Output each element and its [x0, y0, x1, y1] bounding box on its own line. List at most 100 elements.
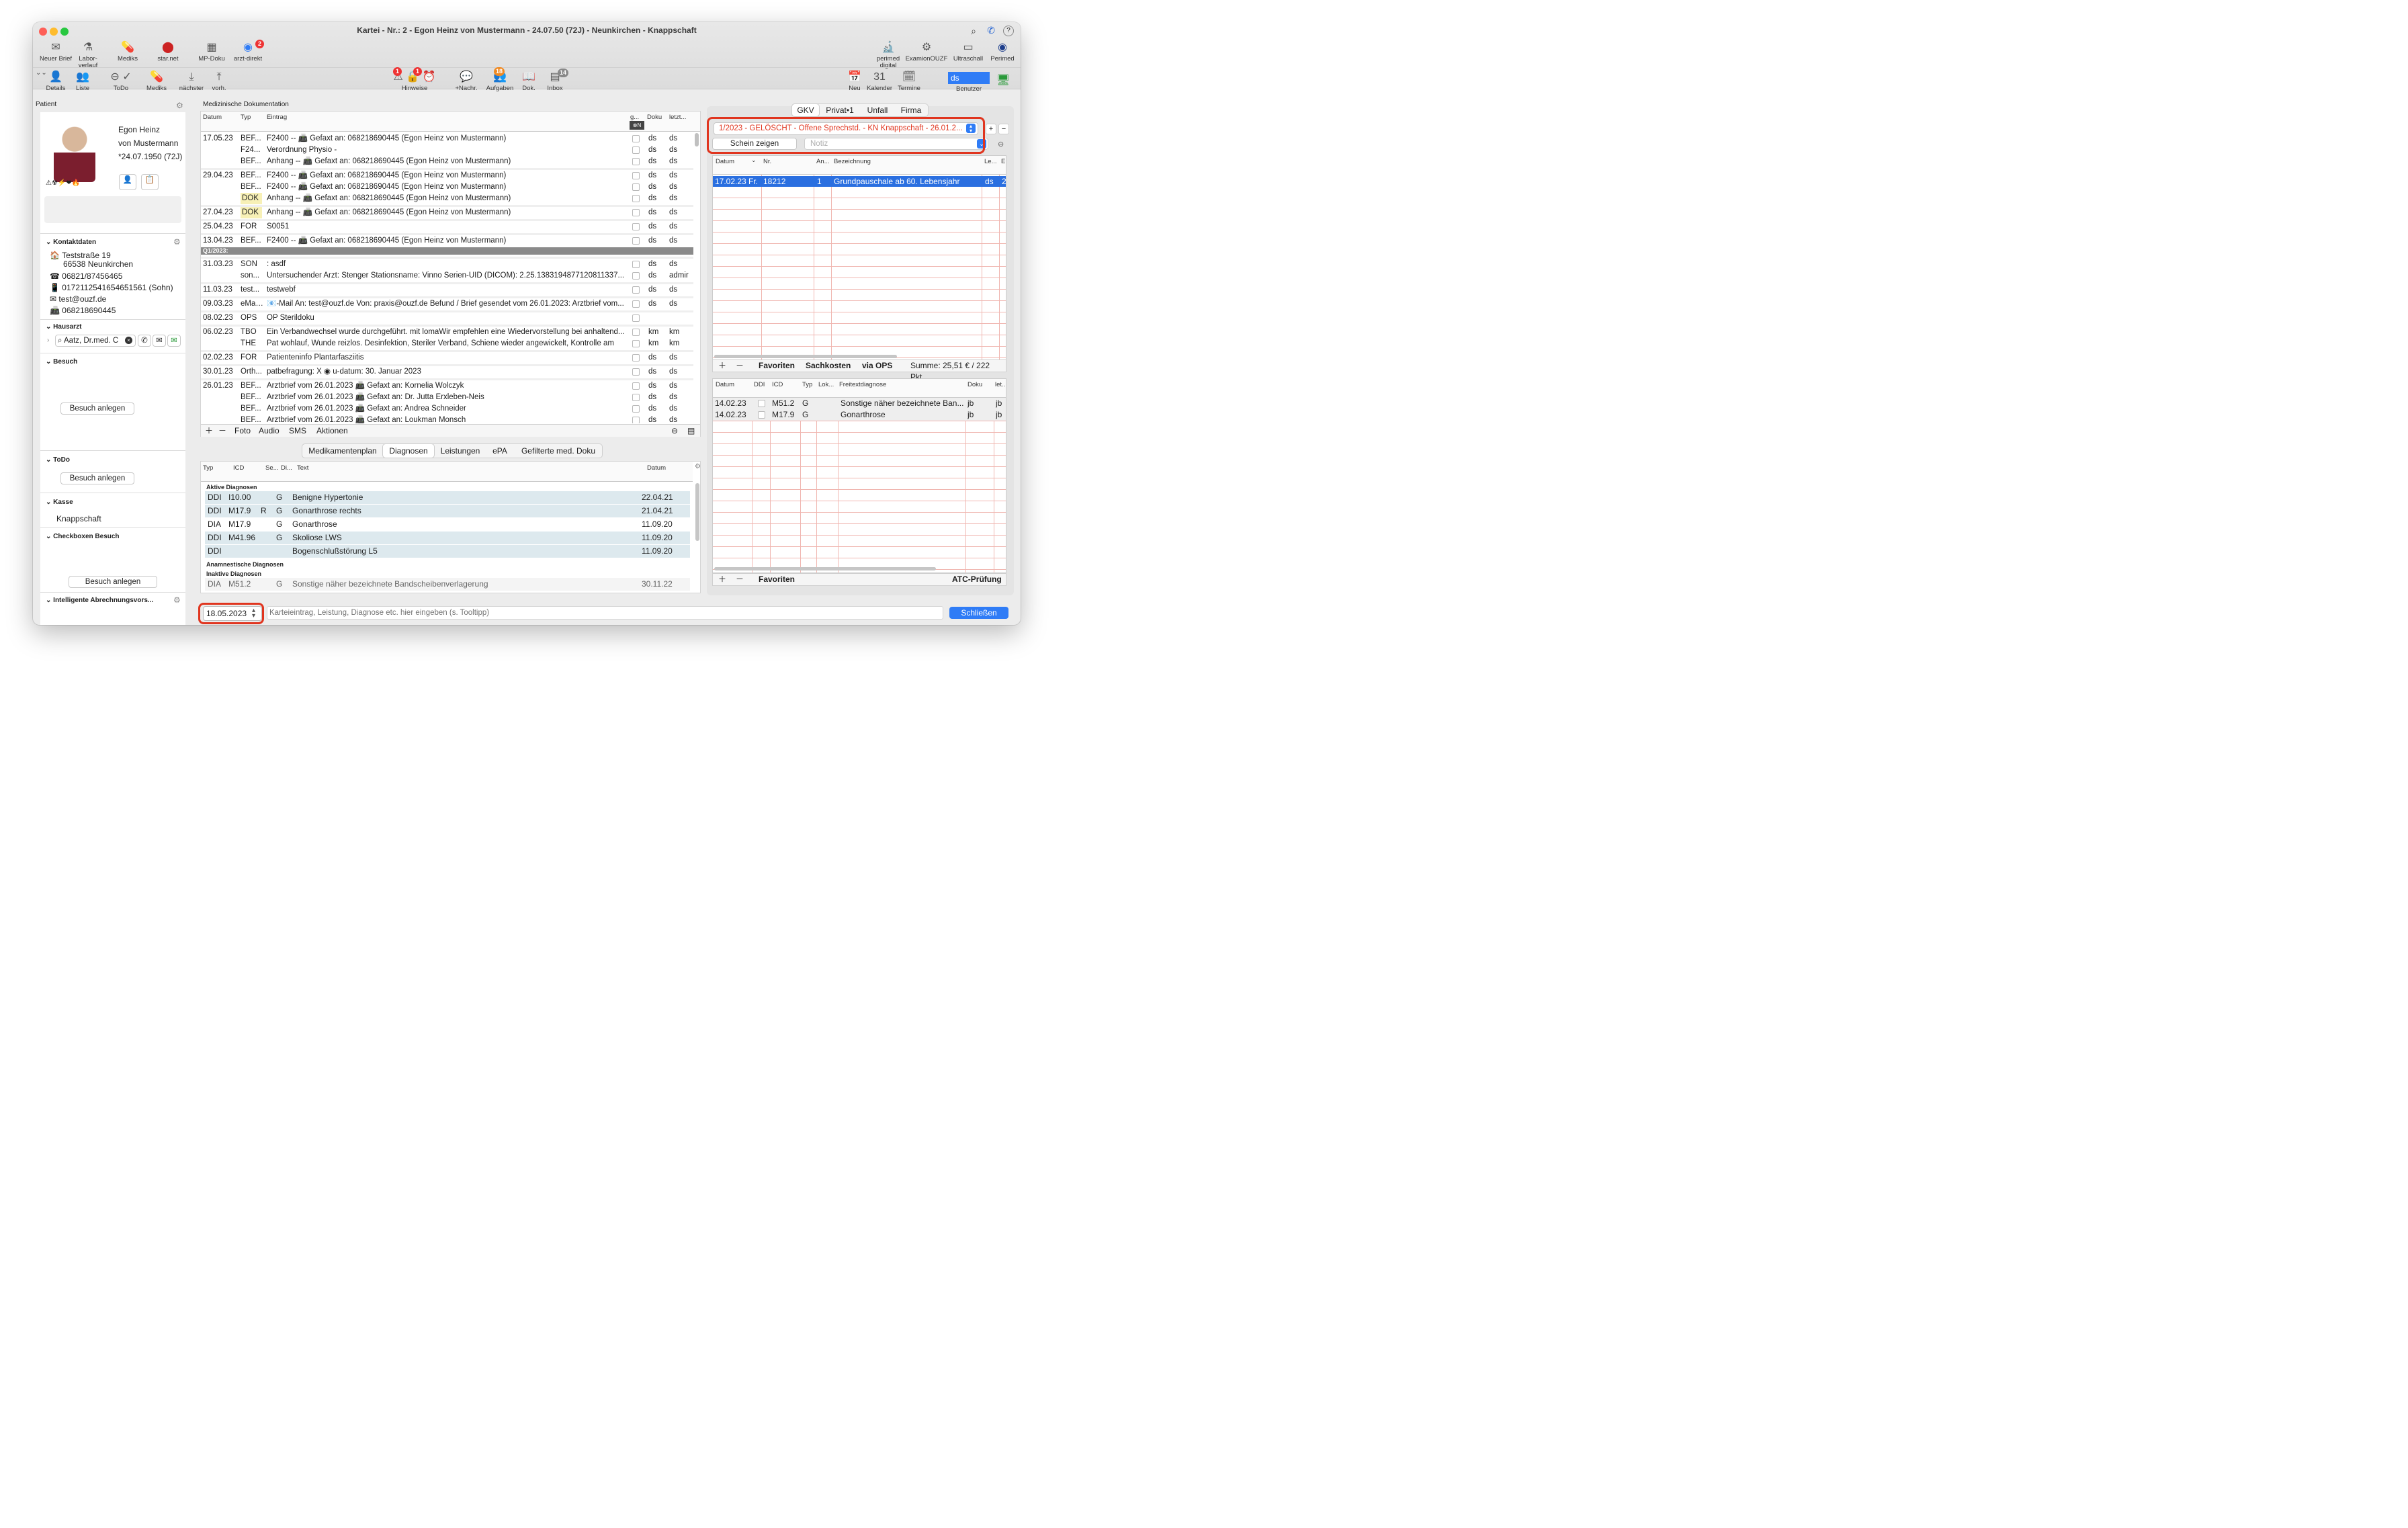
col-datum[interactable]: Datum — [716, 158, 734, 165]
doku-scrollbar[interactable] — [695, 133, 699, 146]
email[interactable]: test@ouzf.de — [58, 294, 106, 304]
green-mail-button[interactable]: ✉ — [167, 335, 181, 347]
doku-row[interactable]: THE Pat wohlauf, Wunde reizlos. Desinfekt… — [201, 338, 693, 349]
filter-n-icon[interactable]: ⊗N — [630, 121, 644, 130]
remove-icon[interactable]: － — [218, 425, 226, 437]
doku-row[interactable]: BEF... Arztbrief vom 26.01.2023 📠 Gefaxt … — [201, 403, 693, 415]
mail-button[interactable]: ✉ — [153, 335, 166, 347]
doku-row[interactable]: 02.02.23 FOR Patienteninfo Plantarfasziiti… — [201, 352, 693, 364]
diagnosis-row[interactable]: DDI Bogenschlußstörung L5 11.09.20 — [205, 545, 690, 558]
doku-row[interactable]: 17.05.23 BEF... F2400 -- 📠 Gefaxt an: 0682… — [201, 133, 693, 144]
doku-row[interactable]: DOK Anhang -- 📠 Gefaxt an: 068218690445 (… — [201, 193, 693, 204]
col-bezeichnung[interactable]: Bezeichnung — [834, 158, 871, 165]
leistung-row[interactable]: 17.02.23 Fr. 18212 1 Grundpauschale ab 60. L… — [713, 176, 1006, 187]
row-checkbox[interactable] — [632, 286, 640, 294]
ultraschall-button[interactable]: ▭ Ultraschall — [949, 41, 987, 62]
col-an[interactable]: An... — [816, 158, 830, 165]
col-typ[interactable]: Typ — [802, 381, 812, 388]
starnet-button[interactable]: ⬤ star.net — [153, 41, 183, 62]
add-icon[interactable]: ＋ — [205, 425, 213, 437]
nachricht-button[interactable]: 💬 +Nachr. — [451, 71, 482, 92]
doku-row[interactable]: 27.04.23 DOK Anhang -- 📠 Gefaxt an: 068218… — [201, 207, 693, 218]
diagnosis-row[interactable]: DDI M17.9 R G Gonarthrose rechts 21.04.21 — [205, 505, 690, 517]
todo-anlegen-button[interactable]: Besuch anlegen — [60, 472, 134, 484]
search-icon[interactable]: ⌕ — [971, 26, 976, 37]
add-icon[interactable]: ＋ — [718, 574, 726, 585]
tab-medikamentenplan[interactable]: Medikamentenplan — [302, 444, 383, 458]
row-checkbox[interactable] — [632, 314, 640, 322]
row-checkbox[interactable] — [632, 405, 640, 413]
right-diagnosis-row[interactable]: 14.02.23 M17.9 G Gonarthrose jb jb — [713, 409, 1006, 421]
entry-input[interactable] — [267, 606, 943, 620]
abrechnung-header[interactable]: ⌄ Intelligente Abrechnungsvors... — [46, 597, 153, 604]
rdiag-ddi-checkbox[interactable] — [758, 411, 765, 419]
phone[interactable]: 06821/87456465 — [62, 271, 122, 281]
hausarzt-search-field[interactable]: ⌕ Aatz, Dr.med. C — [55, 335, 136, 347]
col-typ[interactable]: Typ — [241, 114, 251, 121]
row-checkbox[interactable] — [632, 135, 640, 142]
clipboard-button[interactable]: 📋 — [141, 174, 159, 190]
col-datum[interactable]: Datum — [647, 464, 666, 472]
chevron-right-icon[interactable]: › — [47, 337, 49, 344]
network-icon[interactable]: 🖥 — [996, 73, 1010, 87]
sort-icon[interactable]: ⌄ — [751, 157, 757, 164]
row-checkbox[interactable] — [632, 394, 640, 401]
row-checkbox[interactable] — [632, 237, 640, 245]
row-checkbox[interactable] — [632, 354, 640, 362]
doku-row[interactable]: BEF... Arztbrief vom 26.01.2023 📠 Gefaxt … — [201, 415, 693, 423]
diagnosen-scrollbar[interactable] — [695, 483, 699, 541]
perimed-digital-button[interactable]: 🔬 perimed digital — [871, 41, 905, 69]
row-checkbox[interactable] — [632, 272, 640, 280]
col-let[interactable]: let... — [995, 381, 1006, 388]
add-icon[interactable]: ＋ — [718, 360, 726, 372]
diagnosis-row[interactable]: DIA M17.9 G Gonarthrose 11.09.20 — [205, 518, 690, 531]
tab-unfall[interactable]: Unfall — [861, 104, 894, 116]
col-doku[interactable]: Doku — [647, 114, 662, 121]
rdiag-ddi-checkbox[interactable] — [758, 400, 765, 407]
doku-row[interactable]: 30.01.23 Orth... patbefragung: X ◉ u-datum… — [201, 366, 693, 378]
tab-sms[interactable]: SMS — [289, 425, 306, 437]
col-icd[interactable]: ICD — [233, 464, 244, 472]
phone-icon[interactable]: ✆ — [987, 25, 995, 36]
col-icd[interactable]: ICD — [772, 381, 783, 388]
row-checkbox[interactable] — [632, 368, 640, 376]
besuch-header[interactable]: ⌄ Besuch — [46, 358, 77, 366]
col-ddi[interactable]: DDI — [754, 381, 765, 388]
col-lok[interactable]: Lok... — [818, 381, 834, 388]
gear-icon[interactable]: ⚙ — [173, 595, 181, 605]
tab-audio[interactable]: Audio — [259, 425, 280, 437]
dok-button[interactable]: 📖 Dok. — [518, 71, 540, 92]
row-checkbox[interactable] — [632, 172, 640, 179]
kontaktdaten-header[interactable]: ⌄ Kontaktdaten — [46, 239, 96, 246]
doku-row[interactable]: 25.04.23 FOR S0051 ds ds — [201, 221, 693, 232]
checkboxen-header[interactable]: ⌄ Checkboxen Besuch — [46, 533, 120, 540]
fax[interactable]: 068218690445 — [62, 306, 116, 315]
liste-button[interactable]: 👥 Liste — [71, 71, 95, 92]
new-letter-button[interactable]: ✉ Neuer Brief — [37, 41, 75, 62]
besuch-anlegen-button[interactable]: Besuch anlegen — [60, 402, 134, 415]
notes-area[interactable] — [44, 196, 181, 223]
tab-gkv[interactable]: GKV — [792, 104, 819, 116]
examion-button[interactable]: ⚙ ExamionOUZF — [905, 41, 948, 62]
tab-foto[interactable]: Foto — [234, 425, 251, 437]
col-eintrag[interactable]: Eintrag — [267, 114, 287, 121]
neu-button[interactable]: 📅 Neu — [845, 71, 865, 92]
checkboxen-besuch-button[interactable]: Besuch anlegen — [69, 576, 157, 588]
row-checkbox[interactable] — [632, 195, 640, 202]
col-freitext[interactable]: Freitextdiagnose — [839, 381, 886, 388]
doku-row[interactable]: 06.02.23 TBO Ein Verbandwechsel wurde durc… — [201, 327, 693, 338]
col-le[interactable]: Le... — [984, 158, 997, 165]
horizontal-scrollbar[interactable] — [714, 355, 897, 358]
doku-row[interactable]: 08.02.23 OPS OP Sterildoku — [201, 312, 693, 324]
remove-icon[interactable]: － — [736, 574, 744, 585]
doku-row[interactable]: 13.04.23 BEF... F2400 -- 📠 Gefaxt an: 0682… — [201, 235, 693, 247]
right-diagnosis-row[interactable]: 14.02.23 M51.2 G Sonstige näher bezeichnete… — [713, 398, 1006, 409]
doku-row[interactable]: BEF... Arztbrief vom 26.01.2023 📠 Gefaxt … — [201, 392, 693, 403]
help-icon[interactable]: ? — [1003, 26, 1014, 36]
row-checkbox[interactable] — [632, 183, 640, 191]
todo-button[interactable]: ⊖ ✓ ToDo — [100, 71, 142, 92]
col-g[interactable]: g... — [630, 114, 639, 121]
tab-privat[interactable]: Privat•1 — [819, 104, 861, 116]
col-datum[interactable]: Datum — [716, 381, 734, 388]
row-checkbox[interactable] — [632, 158, 640, 165]
